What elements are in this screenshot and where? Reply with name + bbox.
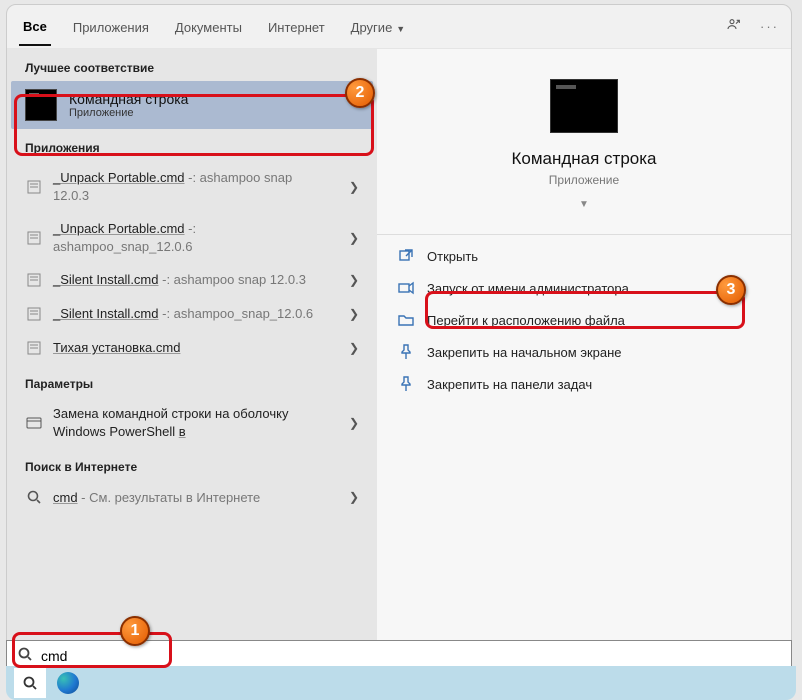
file-icon <box>25 305 43 323</box>
chevron-down-icon[interactable]: ▼ <box>391 199 777 210</box>
settings-icon <box>25 414 43 432</box>
search-icon <box>17 646 33 667</box>
app-result[interactable]: Тихая установка.cmd ❯ <box>7 331 377 365</box>
action-label: Закрепить на панели задач <box>427 377 592 392</box>
tab-internet[interactable]: Интернет <box>264 8 329 45</box>
pin-icon <box>397 375 415 393</box>
web-result[interactable]: cmd - См. результаты в Интернете ❯ <box>7 480 377 514</box>
app-result-text: _Silent Install.cmd -: ashampoo snap 12.… <box>53 271 339 289</box>
search-input[interactable] <box>41 648 781 664</box>
preview-cmd-icon <box>550 79 618 133</box>
chevron-right-icon[interactable]: ❯ <box>349 231 359 245</box>
web-result-text: cmd - См. результаты в Интернете <box>53 489 339 507</box>
app-result-text: Тихая установка.cmd <box>53 339 339 357</box>
tab-apps[interactable]: Приложения <box>69 8 153 45</box>
app-result[interactable]: _Unpack Portable.cmd -: ashampoo_snap_12… <box>7 212 377 263</box>
chevron-down-icon: ▼ <box>396 24 405 34</box>
best-match-title: Командная строка <box>69 91 188 107</box>
preview-sub: Приложение <box>391 173 777 187</box>
annotation-marker-2: 2 <box>345 78 375 108</box>
section-apps: Приложения <box>7 129 377 161</box>
annotation-marker-1: 1 <box>120 616 150 646</box>
chevron-right-icon[interactable]: ❯ <box>349 490 359 504</box>
search-panel: Все Приложения Документы Интернет Другие… <box>6 4 792 650</box>
app-result-text: _Silent Install.cmd -: ashampoo_snap_12.… <box>53 305 339 323</box>
section-settings: Параметры <box>7 365 377 397</box>
tab-all[interactable]: Все <box>19 7 51 46</box>
best-match-sub: Приложение <box>69 107 188 119</box>
folder-icon <box>397 311 415 329</box>
action-open-location[interactable]: Перейти к расположению файла <box>391 305 777 335</box>
taskbar-edge-button[interactable] <box>52 668 84 698</box>
action-label: Закрепить на начальном экране <box>427 345 622 360</box>
results-column: Лучшее соответствие Командная строка При… <box>7 49 377 649</box>
settings-result[interactable]: Замена командной строки на оболочку Wind… <box>7 397 377 448</box>
divider <box>377 234 791 235</box>
file-icon <box>25 271 43 289</box>
tab-other[interactable]: Другие▼ <box>347 8 410 45</box>
taskbar-search-button[interactable] <box>14 668 46 698</box>
feedback-icon[interactable] <box>726 17 742 36</box>
tabs-bar: Все Приложения Документы Интернет Другие… <box>7 5 791 49</box>
best-match-item[interactable]: Командная строка Приложение <box>11 81 373 129</box>
section-web: Поиск в Интернете <box>7 448 377 480</box>
settings-result-text: Замена командной строки на оболочку Wind… <box>53 405 339 440</box>
file-icon <box>25 229 43 247</box>
actions-list: Открыть Запуск от имени администратора П… <box>391 241 777 399</box>
chevron-right-icon[interactable]: ❯ <box>349 273 359 287</box>
chevron-right-icon[interactable]: ❯ <box>349 307 359 321</box>
admin-icon <box>397 279 415 297</box>
app-result[interactable]: _Unpack Portable.cmd -: ashampoo snap 12… <box>7 161 377 212</box>
open-icon <box>397 247 415 265</box>
tab-docs[interactable]: Документы <box>171 8 246 45</box>
pin-icon <box>397 343 415 361</box>
action-label: Запуск от имени администратора <box>427 281 629 296</box>
annotation-marker-3: 3 <box>716 275 746 305</box>
tab-other-label: Другие <box>351 20 393 35</box>
file-icon <box>25 339 43 357</box>
app-result[interactable]: _Silent Install.cmd -: ashampoo snap 12.… <box>7 263 377 297</box>
section-best-match: Лучшее соответствие <box>7 49 377 81</box>
action-open[interactable]: Открыть <box>391 241 777 271</box>
more-options[interactable]: ··· <box>760 19 779 34</box>
cmd-icon <box>25 89 57 121</box>
app-result-text: _Unpack Portable.cmd -: ashampoo_snap_12… <box>53 220 339 255</box>
edge-icon <box>57 672 79 694</box>
search-icon <box>25 488 43 506</box>
preview-header: Командная строка Приложение ▼ <box>391 79 777 210</box>
action-pin-start[interactable]: Закрепить на начальном экране <box>391 337 777 367</box>
preview-title: Командная строка <box>391 149 777 169</box>
app-result[interactable]: _Silent Install.cmd -: ashampoo_snap_12.… <box>7 297 377 331</box>
action-label: Перейти к расположению файла <box>427 313 625 328</box>
chevron-right-icon[interactable]: ❯ <box>349 180 359 194</box>
taskbar <box>6 666 796 700</box>
chevron-right-icon[interactable]: ❯ <box>349 416 359 430</box>
file-icon <box>25 178 43 196</box>
app-result-text: _Unpack Portable.cmd -: ashampoo snap 12… <box>53 169 339 204</box>
action-pin-taskbar[interactable]: Закрепить на панели задач <box>391 369 777 399</box>
action-label: Открыть <box>427 249 478 264</box>
preview-column: Командная строка Приложение ▼ Открыть За… <box>377 49 791 649</box>
chevron-right-icon[interactable]: ❯ <box>349 341 359 355</box>
